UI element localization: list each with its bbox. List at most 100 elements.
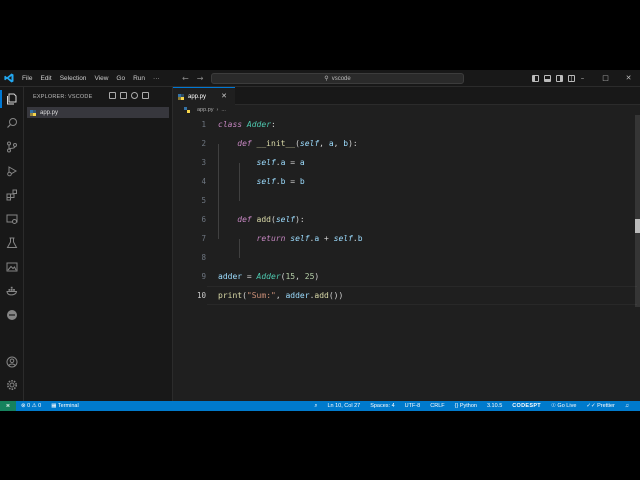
- code-token: add: [314, 291, 329, 300]
- problems-indicator[interactable]: ⊗ 0 ⚠ 0: [16, 403, 46, 409]
- activity-bar: [0, 87, 24, 401]
- status-bar: ⪤ ⊗ 0 ⚠ 0 ▦ Terminal ⌕ Ln 10, Col 27 Spa…: [0, 401, 640, 411]
- layout-controls: [532, 70, 575, 87]
- line-number: 3: [201, 158, 206, 167]
- image-preview-icon[interactable]: [5, 260, 19, 274]
- code-token: b: [357, 234, 363, 243]
- line-number: 9: [201, 272, 206, 281]
- code-token: add: [256, 215, 271, 224]
- collapse-all-icon[interactable]: [142, 92, 149, 99]
- terminal-icon: ▦: [51, 403, 57, 409]
- bubble-extension-icon[interactable]: [5, 308, 19, 322]
- indentation[interactable]: Spaces: 4: [365, 403, 399, 409]
- toggle-panel-icon[interactable]: [544, 75, 551, 82]
- account-icon[interactable]: [5, 355, 19, 369]
- notifications-bell-icon[interactable]: ♫: [620, 403, 634, 409]
- vscode-logo-icon: [0, 70, 18, 87]
- breadcrumb-separator: ›: [216, 107, 219, 113]
- code-token: 25: [304, 272, 315, 281]
- language-mode[interactable]: {} Python: [450, 403, 482, 409]
- prettier-button[interactable]: ✓✓ Prettier: [581, 403, 619, 409]
- code-token: self: [256, 158, 276, 167]
- encoding[interactable]: UTF-8: [400, 403, 426, 409]
- code-text: return self.a + self.b: [218, 234, 363, 243]
- maximize-button[interactable]: □: [594, 70, 617, 87]
- command-center-text: vscode: [331, 75, 351, 82]
- run-debug-icon[interactable]: [5, 164, 19, 178]
- code-line[interactable]: 3 self.a = a: [173, 153, 633, 172]
- menu-view[interactable]: View: [90, 70, 112, 87]
- end-of-line[interactable]: CRLF: [425, 403, 449, 409]
- code-token: self: [256, 177, 276, 186]
- scrollbar-thumb[interactable]: [635, 219, 640, 233]
- tab-close-icon[interactable]: ✕: [221, 92, 227, 100]
- title-bar: File Edit Selection View Go Run ··· ← → …: [0, 70, 640, 87]
- code-text: def __init__(self, a, b):: [218, 139, 357, 148]
- toggle-secondary-sidebar-icon[interactable]: [556, 75, 563, 82]
- menu-go[interactable]: Go: [112, 70, 129, 87]
- menu-more[interactable]: ···: [149, 70, 164, 87]
- menu-edit[interactable]: Edit: [36, 70, 55, 87]
- settings-gear-icon[interactable]: [5, 378, 19, 392]
- menu-run[interactable]: Run: [129, 70, 149, 87]
- code-token: ):: [295, 215, 305, 224]
- line-number: 7: [201, 234, 206, 243]
- go-live-button[interactable]: ☉ Go Live: [546, 403, 581, 409]
- docker-icon[interactable]: [5, 284, 19, 298]
- source-control-icon[interactable]: [5, 140, 19, 154]
- toggle-primary-sidebar-icon[interactable]: [532, 75, 539, 82]
- code-line[interactable]: 4 self.b = b: [173, 172, 633, 191]
- code-token: self: [290, 234, 310, 243]
- menu-selection[interactable]: Selection: [56, 70, 91, 87]
- code-line[interactable]: 1 class Adder:: [173, 115, 633, 134]
- tab-bar: app.py ✕: [173, 87, 640, 105]
- code-text: class Adder:: [218, 120, 276, 129]
- testing-icon[interactable]: [5, 236, 19, 250]
- tab-app-py[interactable]: app.py ✕: [173, 87, 235, 105]
- code-text: self.a = a: [218, 158, 305, 167]
- new-file-icon[interactable]: [109, 92, 116, 99]
- code-line[interactable]: 5: [173, 191, 633, 210]
- code-text: print("Sum:", adder.add()): [218, 291, 343, 300]
- python-file-icon: [184, 107, 190, 113]
- code-token: self: [299, 139, 320, 148]
- search-icon[interactable]: [5, 116, 19, 130]
- remote-indicator-icon[interactable]: ⪤: [0, 401, 16, 411]
- explorer-icon[interactable]: [5, 92, 19, 106]
- code-token: print: [218, 291, 243, 300]
- terminal-button[interactable]: ▦ Terminal: [46, 403, 83, 409]
- remote-explorer-icon[interactable]: [5, 212, 19, 226]
- menu-file[interactable]: File: [18, 70, 36, 87]
- code-text: adder = Adder(15, 25): [218, 272, 319, 281]
- explorer-actions: [109, 92, 149, 99]
- code-line[interactable]: 9 adder = Adder(15, 25): [173, 267, 633, 286]
- close-button[interactable]: ✕: [617, 70, 640, 87]
- code-line[interactable]: 7 return self.a + self.b: [173, 229, 633, 248]
- breadcrumb-file[interactable]: app.py: [197, 107, 214, 113]
- line-number: 1: [201, 120, 206, 129]
- code-token: =: [242, 272, 257, 281]
- back-arrow-icon[interactable]: ←: [182, 74, 189, 83]
- code-line[interactable]: 2 def __init__(self, a, b):: [173, 134, 633, 153]
- minimize-button[interactable]: –: [571, 70, 594, 87]
- line-number: 6: [201, 215, 206, 224]
- code-token: def: [237, 139, 252, 148]
- command-center-search[interactable]: ⚲ vscode: [211, 73, 464, 84]
- forward-arrow-icon[interactable]: →: [197, 74, 204, 83]
- cursor-position[interactable]: Ln 10, Col 27: [322, 403, 365, 409]
- code-line[interactable]: 10 print("Sum:", adder.add()): [173, 286, 633, 305]
- language-label: Python: [459, 403, 477, 409]
- refresh-icon[interactable]: [131, 92, 138, 99]
- code-line[interactable]: 6 def add(self):: [173, 210, 633, 229]
- breadcrumb-more[interactable]: ...: [221, 107, 226, 113]
- python-version[interactable]: 3.10.5: [482, 403, 507, 409]
- extensions-icon[interactable]: [5, 188, 19, 202]
- code-token: adder: [218, 272, 243, 281]
- file-item-app-py[interactable]: app.py: [27, 107, 169, 118]
- status-bar-right: ⌕ Ln 10, Col 27 Spaces: 4 UTF-8 CRLF {} …: [309, 401, 634, 411]
- code-line[interactable]: 8: [173, 248, 633, 267]
- minimap-slider[interactable]: [635, 115, 640, 307]
- terminal-label: Terminal: [57, 403, 79, 409]
- zoom-icon[interactable]: ⌕: [309, 403, 322, 410]
- new-folder-icon[interactable]: [120, 92, 127, 99]
